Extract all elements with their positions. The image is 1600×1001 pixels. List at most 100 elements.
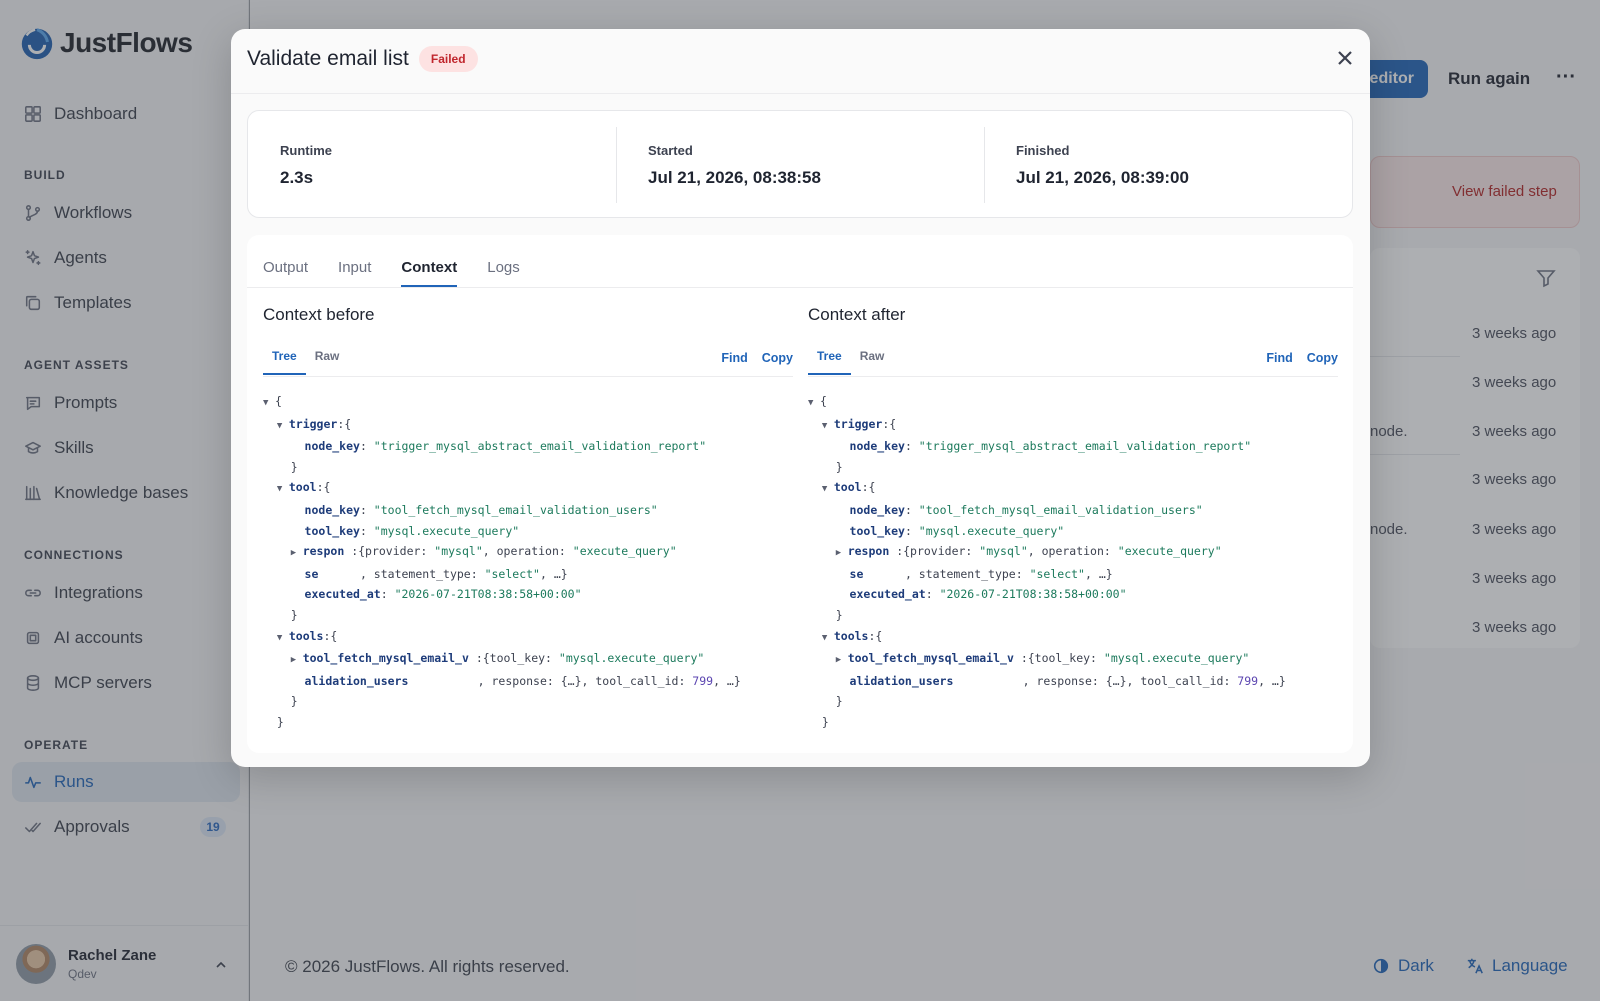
stat-value: 2.3s: [280, 168, 314, 187]
divider: [231, 93, 1370, 94]
tab-context[interactable]: Context: [401, 249, 457, 287]
json-value: "execute_query": [572, 544, 677, 559]
json-key: se: [304, 566, 319, 581]
stat-runtime: Runtime 2.3s: [248, 111, 616, 217]
context-after-title: Context after: [808, 305, 906, 324]
caret-right-icon[interactable]: ▶: [836, 650, 848, 671]
detail-tabs: Output Input Context Logs: [263, 249, 520, 287]
json-summary: , operation:: [482, 544, 573, 559]
json-summary: :{provider:: [351, 544, 435, 559]
json-summary: :{provider:: [896, 544, 980, 559]
context-after-pane: Context after Tree Raw Find Copy ▼{ ▼ tri…: [808, 305, 1338, 733]
json-key: executed_at: [849, 587, 926, 602]
json-value: "tool_fetch_mysql_email_validation_users…: [918, 502, 1203, 517]
json-value: "select": [484, 566, 540, 581]
caret-down-icon[interactable]: ▼: [822, 479, 834, 500]
json-summary: , …}: [1258, 673, 1286, 688]
run-stats: Runtime 2.3s Started Jul 21, 2026, 08:38…: [247, 110, 1353, 218]
json-key: tool_fetch_mysql_email_v: [302, 651, 469, 666]
stat-label: Runtime: [280, 143, 332, 158]
modal-title: Validate email list: [247, 47, 409, 70]
json-value: "mysql.execute_query": [918, 523, 1065, 538]
json-key: tool_fetch_mysql_email_v: [847, 651, 1014, 666]
json-value: "tool_fetch_mysql_email_validation_users…: [373, 502, 658, 517]
json-summary: , …}: [539, 566, 568, 581]
close-icon[interactable]: [1336, 49, 1354, 67]
json-summary: :{tool_key:: [1020, 651, 1104, 666]
caret-right-icon[interactable]: ▶: [291, 650, 303, 671]
json-key: node_key: [849, 502, 905, 517]
json-key: tool_key: [304, 523, 360, 538]
json-key: trigger: [833, 416, 883, 431]
json-value: "2026-07-21T08:38:58+00:00": [939, 587, 1127, 602]
json-summary: , statement_type:: [359, 566, 485, 581]
json-summary: , …}: [713, 673, 741, 688]
caret-right-icon[interactable]: ▶: [291, 543, 303, 564]
json-value: "2026-07-21T08:38:58+00:00": [394, 587, 582, 602]
json-key: node_key: [849, 439, 905, 454]
tab-logs[interactable]: Logs: [487, 249, 520, 287]
find-button[interactable]: Find: [1266, 351, 1292, 365]
json-key: node_key: [304, 439, 360, 454]
run-step-modal: Validate email list Failed Runtime 2.3s …: [231, 29, 1370, 767]
caret-down-icon[interactable]: ▼: [277, 416, 289, 437]
json-key: tools: [288, 628, 324, 643]
tab-tree[interactable]: Tree: [808, 345, 851, 375]
json-value: "mysql": [979, 544, 1028, 559]
context-before-pane: Context before Tree Raw Find Copy ▼{ ▼ tr…: [263, 305, 793, 733]
json-summary: , statement_type:: [904, 566, 1030, 581]
caret-down-icon[interactable]: ▼: [808, 393, 820, 414]
json-summary: , response: {…}, tool_call_id:: [1022, 673, 1238, 688]
json-key: alidation_users: [304, 673, 409, 688]
modal-header: Validate email list Failed: [247, 46, 478, 72]
context-before-title: Context before: [263, 305, 375, 324]
caret-down-icon[interactable]: ▼: [277, 628, 289, 649]
status-badge: Failed: [418, 46, 478, 72]
caret-down-icon[interactable]: ▼: [263, 393, 275, 414]
json-summary: , operation:: [1027, 544, 1118, 559]
stat-value: Jul 21, 2026, 08:39:00: [1016, 168, 1189, 187]
tab-output[interactable]: Output: [263, 249, 308, 287]
stat-finished: Finished Jul 21, 2026, 08:39:00: [984, 111, 1352, 217]
json-value: "mysql.execute_query": [373, 523, 520, 538]
divider: [247, 287, 1353, 288]
json-key: respon: [302, 544, 345, 559]
json-key: tool: [833, 480, 862, 495]
json-tree: ▼{ ▼ trigger:{ node_key: "trigger_mysql_a…: [808, 393, 1286, 729]
tab-raw[interactable]: Raw: [851, 345, 894, 373]
json-summary: , …}: [1084, 566, 1113, 581]
details-panel: Output Input Context Logs Context before…: [247, 235, 1353, 753]
copy-button[interactable]: Copy: [762, 351, 793, 365]
json-value: 799: [692, 673, 714, 688]
json-key: alidation_users: [849, 673, 954, 688]
json-key: trigger: [288, 416, 338, 431]
caret-right-icon[interactable]: ▶: [836, 543, 848, 564]
tab-tree[interactable]: Tree: [263, 345, 306, 375]
view-tabs: Tree Raw Find Copy: [263, 345, 793, 377]
json-key: se: [849, 566, 864, 581]
json-value: "trigger_mysql_abstract_email_validation…: [918, 439, 1252, 454]
stat-value: Jul 21, 2026, 08:38:58: [648, 168, 821, 187]
caret-down-icon[interactable]: ▼: [277, 479, 289, 500]
copy-button[interactable]: Copy: [1307, 351, 1338, 365]
find-button[interactable]: Find: [721, 351, 747, 365]
json-key: respon: [847, 544, 890, 559]
json-summary: , response: {…}, tool_call_id:: [477, 673, 693, 688]
json-key: tool: [288, 480, 317, 495]
json-key: node_key: [304, 502, 360, 517]
json-value: "select": [1029, 566, 1085, 581]
json-summary: :{tool_key:: [475, 651, 559, 666]
json-tree: ▼{ ▼ trigger:{ node_key: "trigger_mysql_a…: [263, 393, 741, 729]
json-key: tools: [833, 628, 869, 643]
tab-input[interactable]: Input: [338, 249, 371, 287]
caret-down-icon[interactable]: ▼: [822, 416, 834, 437]
json-value: "mysql.execute_query": [1103, 651, 1250, 666]
json-key: tool_key: [849, 523, 905, 538]
json-key: executed_at: [304, 587, 381, 602]
stat-label: Started: [648, 143, 693, 158]
json-value: "execute_query": [1117, 544, 1222, 559]
tab-raw[interactable]: Raw: [306, 345, 349, 373]
json-value: "mysql": [434, 544, 483, 559]
caret-down-icon[interactable]: ▼: [822, 628, 834, 649]
json-value: "mysql.execute_query": [558, 651, 705, 666]
